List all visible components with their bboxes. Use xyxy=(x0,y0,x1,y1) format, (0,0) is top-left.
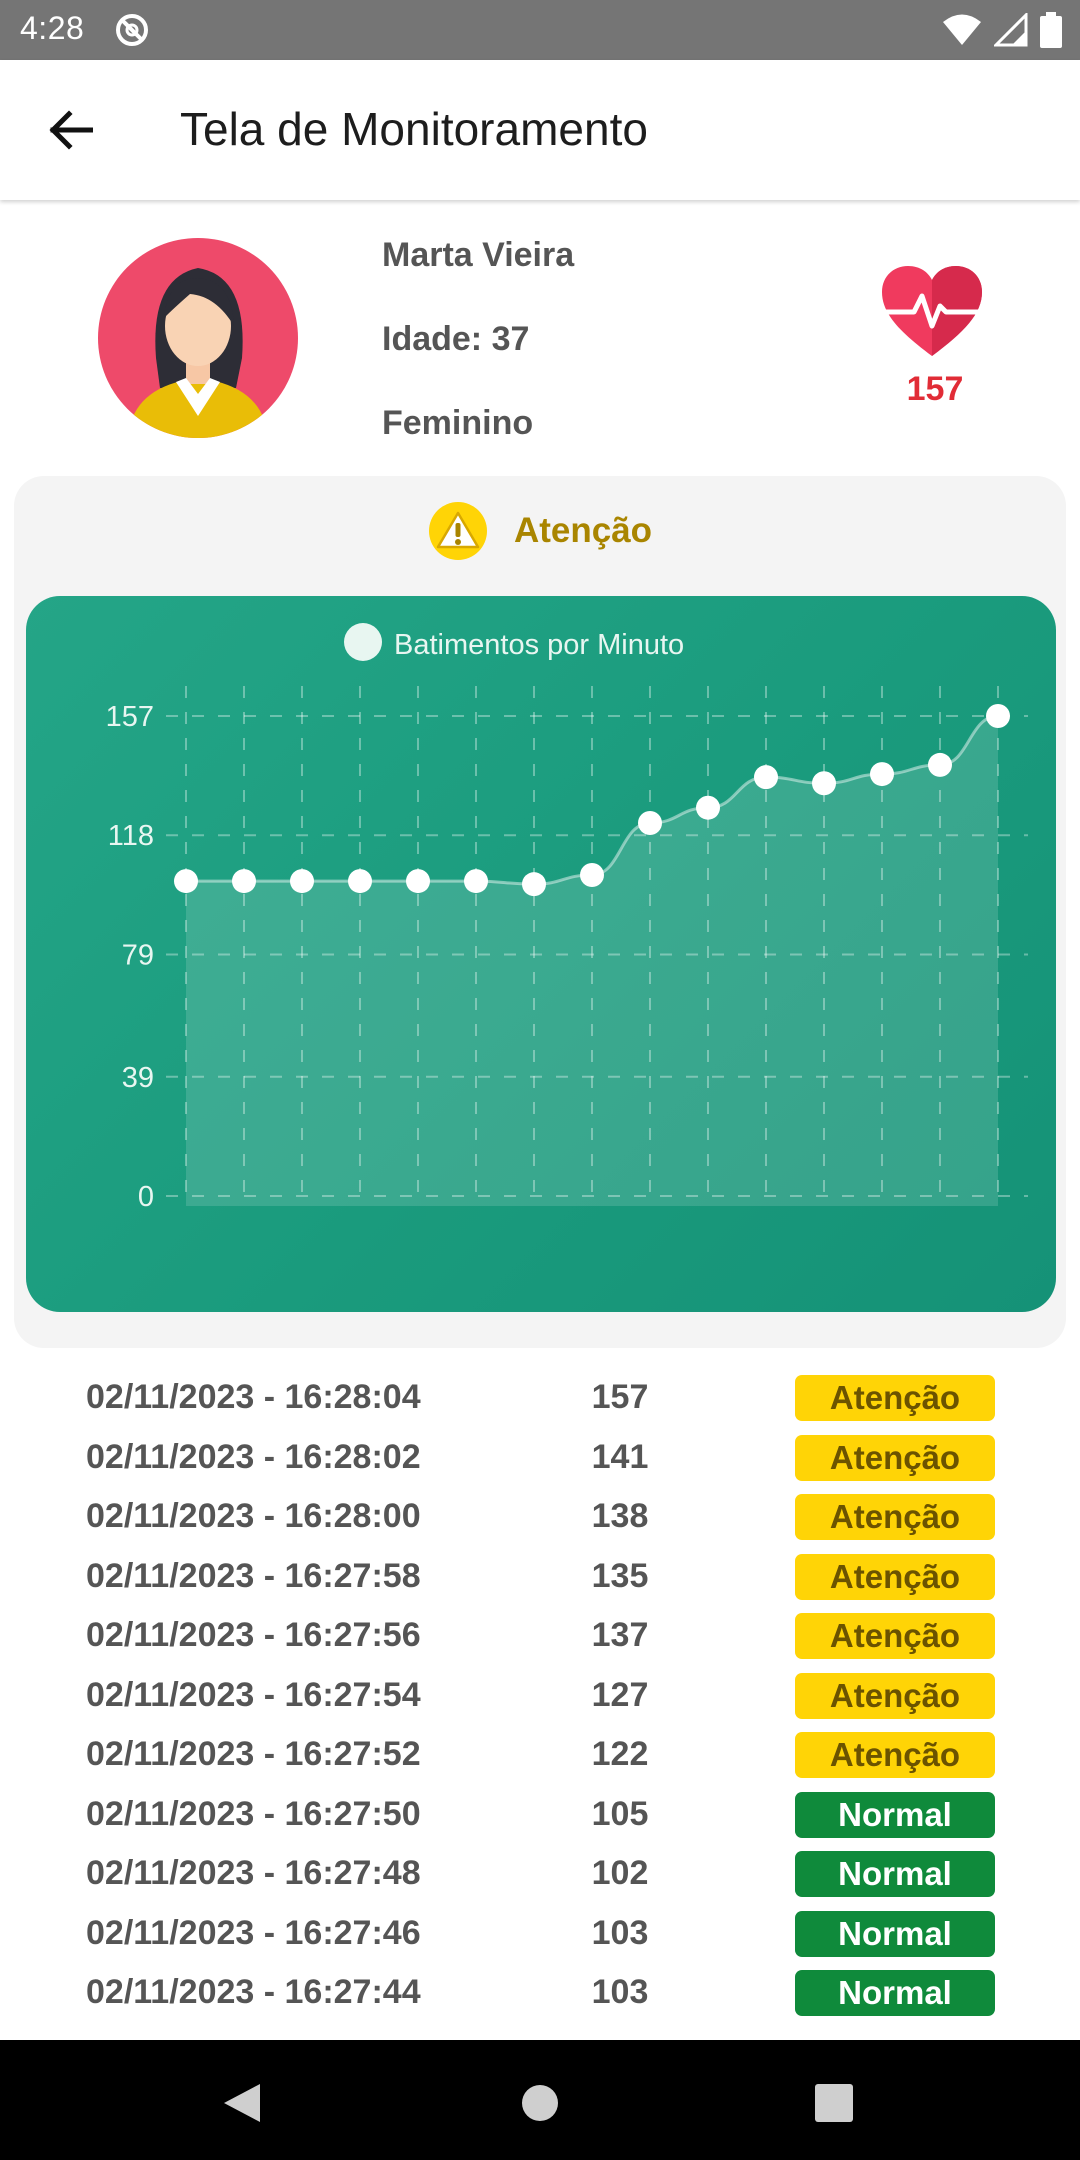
history-bpm: 122 xyxy=(591,1735,649,1773)
patient-gender: Feminino xyxy=(382,404,534,442)
chart-y-axis: 157 118 79 39 0 xyxy=(106,701,154,1213)
current-bpm: 157 xyxy=(906,370,964,408)
woman-avatar-icon xyxy=(128,268,268,438)
status-badge: Normal xyxy=(795,1970,995,2016)
nav-back-icon[interactable] xyxy=(222,2082,262,2124)
patient-profile: Marta Vieira Idade: 37 Feminino 157 xyxy=(0,210,1080,470)
history-bpm: 102 xyxy=(591,1854,649,1892)
chart-y-tick-label: 157 xyxy=(106,701,154,733)
battery-icon xyxy=(1040,12,1062,48)
chart-data-point xyxy=(986,704,1010,728)
heart-rate-chart: 157 118 79 39 0 Batimentos por Minuto xyxy=(26,596,1056,1312)
status-badge: Normal xyxy=(795,1791,995,1838)
chart-canvas: 157 118 79 39 0 Batimentos por Minuto xyxy=(106,623,1028,1213)
history-row: 02/11/2023 - 16:27:46 103 Normal xyxy=(0,1906,1080,1964)
wifi-icon xyxy=(943,14,981,45)
status-badge: Normal xyxy=(795,1851,995,1897)
chart-data-point xyxy=(812,771,836,796)
history-timestamp: 02/11/2023 - 16:28:02 xyxy=(86,1437,421,1476)
signal-icon xyxy=(994,13,1028,47)
chart-data-point xyxy=(928,752,952,777)
history-bpm: 103 xyxy=(591,1913,649,1952)
heart-rate-indicator xyxy=(880,266,990,363)
chart-data-point xyxy=(522,872,546,897)
history-row: 02/11/2023 - 16:27:48 102 Normal xyxy=(0,1846,1080,1904)
chart-legend-swatch xyxy=(344,623,382,661)
history-timestamp: 02/11/2023 - 16:28:04 xyxy=(86,1378,421,1416)
history-row: 02/11/2023 - 16:27:58 135 Atenção xyxy=(0,1549,1080,1607)
history-row: 02/11/2023 - 16:27:54 127 Atenção xyxy=(0,1668,1080,1726)
history-bpm: 127 xyxy=(591,1675,649,1714)
app-bar: Tela de Monitoramento xyxy=(0,60,1080,200)
history-row: 02/11/2023 - 16:28:00 138 Atenção xyxy=(0,1489,1080,1547)
history-row: 02/11/2023 - 16:27:44 103 Normal xyxy=(0,1965,1080,2023)
chart-y-tick-label: 0 xyxy=(138,1181,154,1213)
history-row: 02/11/2023 - 16:27:52 122 Atenção xyxy=(0,1727,1080,1785)
chart-data-point xyxy=(406,869,430,894)
history-timestamp: 02/11/2023 - 16:27:46 xyxy=(86,1913,421,1952)
history-bpm: 105 xyxy=(591,1794,649,1833)
status-badge: Normal xyxy=(795,1910,995,1957)
status-badge: Atenção xyxy=(795,1732,995,1778)
history-timestamp: 02/11/2023 - 16:27:52 xyxy=(86,1735,421,1773)
status-badge: Atenção xyxy=(795,1613,995,1659)
chart-data-point xyxy=(638,811,662,836)
status-badge: Atenção xyxy=(795,1494,995,1540)
chart-y-tick-label: 79 xyxy=(122,939,154,971)
history-timestamp: 02/11/2023 - 16:28:00 xyxy=(86,1497,421,1535)
history-bpm: 141 xyxy=(591,1437,649,1476)
chart-data-point xyxy=(290,869,314,894)
chart-area-fill xyxy=(186,716,998,1206)
history-row: 02/11/2023 - 16:27:50 105 Normal xyxy=(0,1787,1080,1845)
status-time: 4:28 xyxy=(20,10,85,46)
status-badge: Atenção xyxy=(795,1672,995,1719)
monitoring-card: Atenção 157 118 79 39 0 Batimentos por Minut… xyxy=(14,476,1066,1348)
history-bpm: 135 xyxy=(591,1556,649,1595)
chart-y-tick-label: 118 xyxy=(108,820,154,852)
arrow-left-icon xyxy=(49,110,93,150)
history-timestamp: 02/11/2023 - 16:27:54 xyxy=(86,1675,421,1714)
alert-status: Atenção xyxy=(14,498,1066,564)
page-title: Tela de Monitoramento xyxy=(180,103,648,155)
history-timestamp: 02/11/2023 - 16:27:56 xyxy=(86,1616,421,1654)
history-timestamp: 02/11/2023 - 16:27:58 xyxy=(86,1556,421,1595)
chart-data-point xyxy=(696,795,720,820)
do-not-disturb-icon xyxy=(116,14,148,46)
history-bpm: 157 xyxy=(591,1378,649,1416)
chart-data-point xyxy=(174,869,198,894)
status-badge: Atenção xyxy=(795,1553,995,1600)
history-row: 02/11/2023 - 16:28:04 157 Atenção xyxy=(0,1370,1080,1428)
navigation-bar xyxy=(0,2040,1080,2160)
heartbeat-icon xyxy=(882,266,982,356)
chart-data-point xyxy=(232,869,256,894)
chart-data-point xyxy=(870,762,894,787)
history-timestamp: 02/11/2023 - 16:27:44 xyxy=(86,1973,421,2011)
warning-icon xyxy=(428,502,487,560)
chart-data-point xyxy=(580,862,604,887)
status-badge: Atenção xyxy=(795,1434,995,1481)
chart-data-point xyxy=(348,869,372,894)
history-bpm: 138 xyxy=(591,1497,649,1535)
status-badge: Atenção xyxy=(795,1375,995,1421)
avatar xyxy=(98,238,298,438)
patient-age: Idade: 37 xyxy=(382,320,530,358)
history-bpm: 103 xyxy=(591,1973,649,2011)
nav-home-icon[interactable] xyxy=(521,2084,559,2122)
nav-recents-icon[interactable] xyxy=(815,2084,853,2122)
history-timestamp: 02/11/2023 - 16:27:48 xyxy=(86,1854,421,1892)
chart-data-point xyxy=(464,869,488,894)
chart-legend-label: Batimentos por Minuto xyxy=(394,629,684,661)
chart-data-point xyxy=(754,765,778,790)
history-row: 02/11/2023 - 16:28:02 141 Atenção xyxy=(0,1430,1080,1488)
history-timestamp: 02/11/2023 - 16:27:50 xyxy=(86,1794,421,1833)
back-button[interactable] xyxy=(36,100,106,160)
status-bar: 4:28 xyxy=(0,0,1080,60)
history-row: 02/11/2023 - 16:27:56 137 Atenção xyxy=(0,1608,1080,1666)
history-bpm: 137 xyxy=(591,1616,649,1654)
patient-name: Marta Vieira xyxy=(382,236,575,274)
chart-y-tick-label: 39 xyxy=(122,1062,154,1094)
alert-label: Atenção xyxy=(513,511,653,550)
